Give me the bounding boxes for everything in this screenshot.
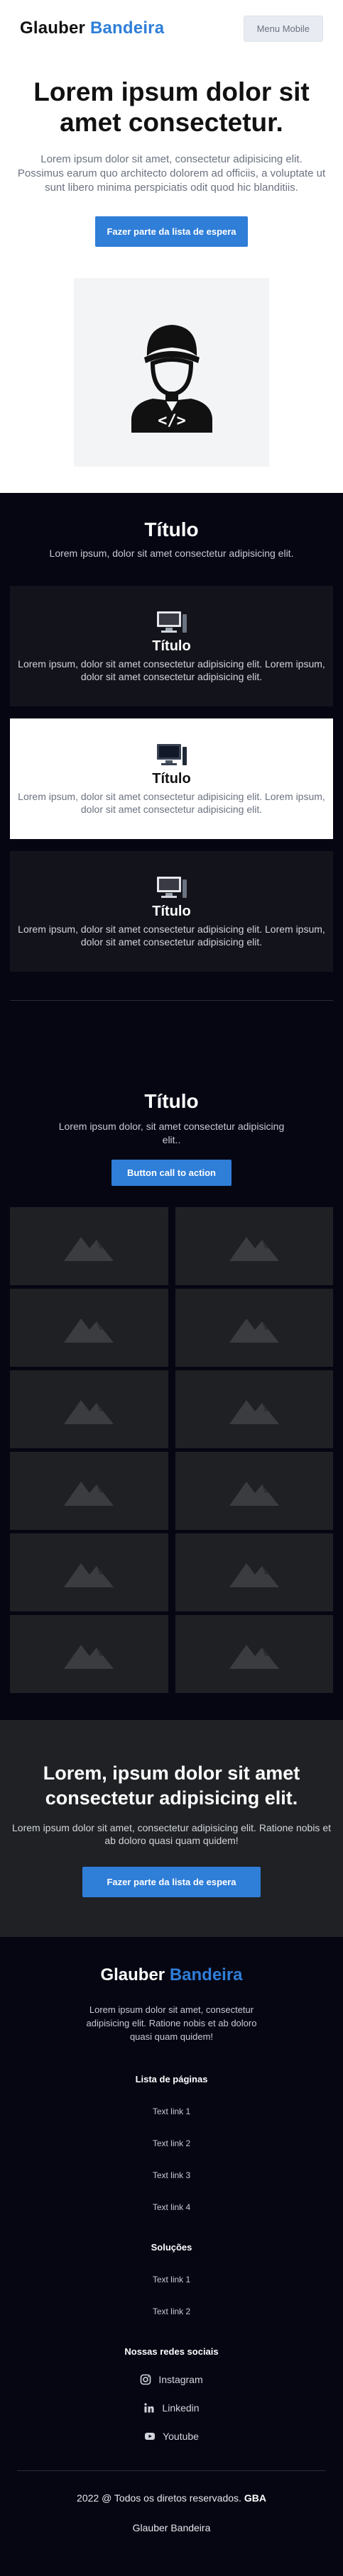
gallery-tile[interactable]	[175, 1288, 333, 1367]
gallery-tile[interactable]	[175, 1370, 333, 1448]
image-placeholder-icon	[64, 1399, 114, 1424]
brand-name: Glauber	[20, 18, 86, 38]
cta-band-title: Lorem, ipsum dolor sit amet consectetur …	[43, 1762, 300, 1809]
copyright-text: 2022 @ Todos os diretos reservados.	[77, 2492, 241, 2504]
feature-card: Título Lorem ipsum, dolor sit amet conse…	[10, 851, 333, 972]
social-label: Instagram	[158, 2373, 203, 2385]
gallery-tile[interactable]	[175, 1533, 333, 1611]
social-label: Youtube	[163, 2430, 199, 2442]
feature-card-desc: Lorem ipsum, dolor sit amet consectetur …	[18, 657, 325, 682]
waitlist-button[interactable]: Fazer parte da lista de espera	[95, 216, 248, 248]
copyright: 2022 @ Todos os diretos reservados. GBA	[17, 2492, 326, 2504]
gallery-tile[interactable]	[10, 1206, 168, 1285]
gallery-section: Título Lorem ipsum dolor, sit amet conse…	[0, 1019, 343, 1720]
hero-description: Lorem ipsum dolor sit amet, consectetur …	[17, 152, 326, 194]
gallery-tile[interactable]	[175, 1451, 333, 1530]
computer-icon	[156, 876, 187, 898]
hero-title: Lorem ipsum dolor sit amet consectetur.	[33, 77, 310, 138]
image-placeholder-icon	[64, 1318, 114, 1343]
gallery-tile[interactable]	[10, 1370, 168, 1448]
footer-link[interactable]: Text link 3	[17, 2170, 326, 2180]
waitlist-button-secondary[interactable]: Fazer parte da lista de espera	[82, 1867, 261, 1898]
header: Glauber Bandeira Menu Mobile	[0, 0, 343, 57]
gallery-tile[interactable]	[10, 1533, 168, 1611]
social-label: Linkedin	[162, 2402, 200, 2414]
feature-card: Título Lorem ipsum, dolor sit amet conse…	[10, 586, 333, 707]
social-link-instagram[interactable]: Instagram	[17, 2374, 326, 2385]
footer-link[interactable]: Text link 1	[17, 2106, 326, 2116]
gallery-tile[interactable]	[175, 1614, 333, 1693]
gallery-grid	[10, 1206, 333, 1693]
developer-avatar-icon: </>	[131, 325, 212, 433]
cta-band: Lorem, ipsum dolor sit amet consectetur …	[0, 1719, 343, 1938]
image-placeholder-icon	[64, 1481, 114, 1506]
footer-author: Glauber Bandeira	[132, 2521, 211, 2533]
features-subtitle: Lorem ipsum, dolor sit amet consectetur …	[49, 548, 294, 560]
image-placeholder-icon	[229, 1236, 279, 1261]
gallery-subtitle: Lorem ipsum dolor, sit amet consectetur …	[58, 1121, 285, 1146]
gallery-tile[interactable]	[10, 1288, 168, 1367]
pages-heading: Lista de páginas	[135, 2073, 208, 2084]
image-placeholder-icon	[64, 1562, 114, 1587]
hero-illustration: </>	[74, 278, 269, 467]
computer-icon	[156, 611, 187, 633]
feature-cards: Título Lorem ipsum, dolor sit amet conse…	[10, 586, 333, 972]
section-divider	[10, 1000, 333, 1001]
brand-logo[interactable]: Glauber Bandeira	[20, 18, 164, 38]
image-placeholder-icon	[64, 1644, 114, 1669]
computer-icon	[156, 743, 187, 765]
image-placeholder-icon	[229, 1318, 279, 1343]
features-section: Título Lorem ipsum, dolor sit amet conse…	[0, 493, 343, 1020]
footer-link[interactable]: Text link 4	[17, 2202, 326, 2212]
image-placeholder-icon	[229, 1399, 279, 1424]
feature-card-title: Título	[152, 770, 191, 787]
feature-card-title: Título	[152, 903, 191, 919]
image-placeholder-icon	[229, 1562, 279, 1587]
footer: Glauber Bandeira Lorem ipsum dolor sit a…	[0, 1937, 343, 2576]
social-link-youtube[interactable]: Youtube	[17, 2431, 326, 2442]
footer-link[interactable]: Text link 2	[17, 2306, 326, 2316]
feature-card-desc: Lorem ipsum, dolor sit amet consectetur …	[18, 923, 325, 948]
instagram-icon	[141, 2374, 151, 2385]
image-placeholder-icon	[229, 1481, 279, 1506]
svg-text:</>: </>	[158, 412, 186, 430]
footer-brand-name: Glauber	[100, 1965, 165, 1985]
cta-band-description: Lorem ipsum dolor sit amet, consectetur …	[12, 1822, 331, 1847]
solutions-heading: Soluções	[151, 2241, 192, 2253]
image-placeholder-icon	[64, 1236, 114, 1261]
call-to-action-button[interactable]: Button call to action	[111, 1159, 232, 1186]
menu-mobile-button[interactable]: Menu Mobile	[243, 15, 323, 42]
linkedin-icon	[144, 2403, 154, 2413]
feature-card: Título Lorem ipsum, dolor sit amet conse…	[10, 718, 333, 840]
gallery-title: Título	[144, 1090, 199, 1113]
footer-link[interactable]: Text link 2	[17, 2138, 326, 2148]
footer-brand[interactable]: Glauber Bandeira	[17, 1965, 326, 1985]
hero-section: Lorem ipsum dolor sit amet consectetur. …	[0, 57, 343, 467]
features-title: Título	[144, 518, 199, 541]
youtube-icon	[145, 2432, 156, 2440]
footer-description: Lorem ipsum dolor sit amet, consectetur …	[86, 2004, 257, 2043]
footer-divider	[17, 2470, 326, 2471]
social-heading: Nossas redes sociais	[124, 2345, 219, 2357]
feature-card-title: Título	[152, 638, 191, 654]
copyright-brand: GBA	[244, 2492, 266, 2504]
social-link-linkedin[interactable]: Linkedin	[17, 2402, 326, 2414]
gallery-tile[interactable]	[175, 1206, 333, 1285]
footer-link[interactable]: Text link 1	[17, 2275, 326, 2284]
feature-card-desc: Lorem ipsum, dolor sit amet consectetur …	[18, 790, 325, 815]
brand-name-accent: Bandeira	[89, 18, 165, 38]
footer-brand-accent: Bandeira	[169, 1965, 243, 1985]
image-placeholder-icon	[229, 1644, 279, 1669]
gallery-tile[interactable]	[10, 1451, 168, 1530]
gallery-tile[interactable]	[10, 1614, 168, 1693]
